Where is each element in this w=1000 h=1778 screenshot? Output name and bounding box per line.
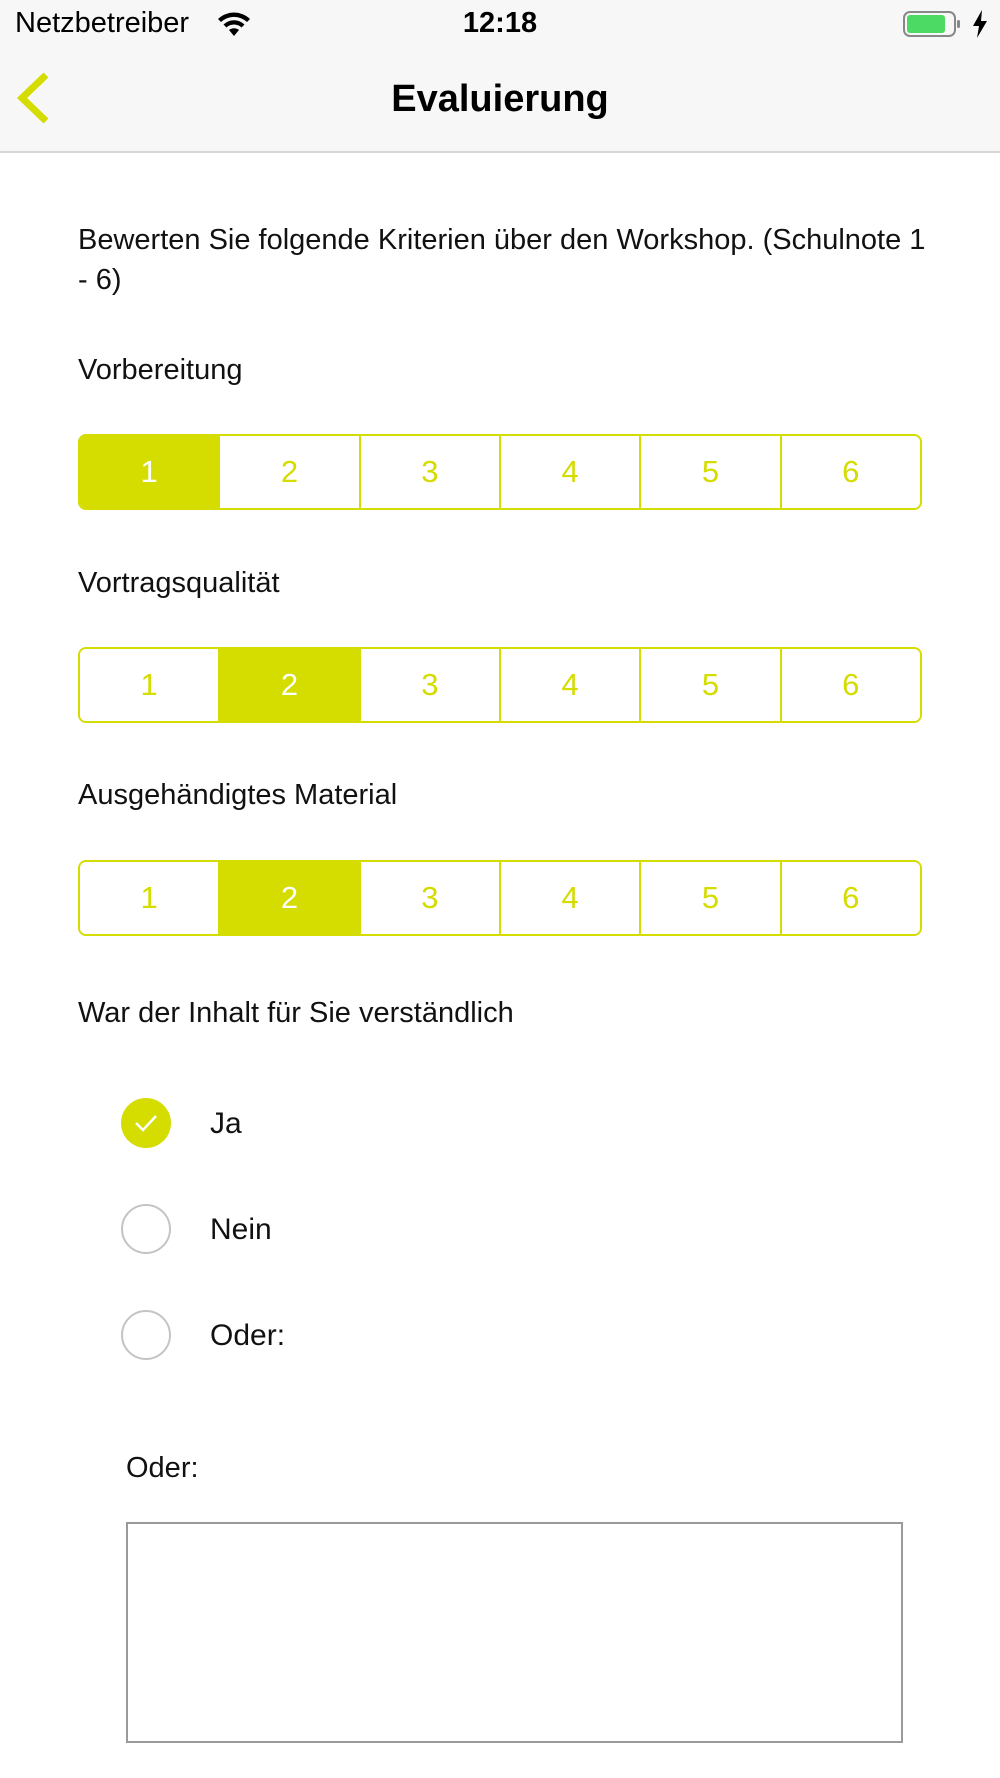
rating-material: 1 2 3 4 5 6 [78,860,922,936]
rating-option[interactable]: 6 [779,436,920,508]
other-label: Oder: [126,1452,199,1484]
question-label: War der Inhalt für Sie verständlich [78,997,514,1029]
rating-option[interactable]: 3 [358,649,499,721]
rating-option[interactable]: 4 [498,649,640,721]
radio-ja[interactable] [121,1098,171,1148]
rating-label-material: Ausgehändigtes Material [78,779,398,811]
intro-text: Bewerten Sie folgende Kriterien über den… [78,224,926,296]
battery-icon [903,11,961,37]
rating-option[interactable]: 1 [80,862,219,934]
other-textarea[interactable] [126,1522,903,1743]
rating-option[interactable]: 5 [639,862,780,934]
rating-option[interactable]: 1 [80,436,219,508]
radio-label-oder[interactable]: Oder: [210,1319,285,1353]
rating-option[interactable]: 2 [218,436,359,508]
radio-nein[interactable] [121,1204,171,1254]
rating-vortragsqualitaet: 1 2 3 4 5 6 [78,647,922,723]
radio-label-nein[interactable]: Nein [210,1213,272,1247]
radio-oder[interactable] [121,1310,171,1360]
page-title: Evaluierung [391,78,609,120]
rating-label-vortragsqualitaet: Vortragsqualität [78,567,280,599]
checkmark-icon [135,1115,157,1132]
rating-option[interactable]: 5 [639,436,780,508]
charging-bolt-icon [970,9,990,39]
status-bar: Netzbetreiber 12:18 [0,0,1000,50]
rating-option[interactable]: 1 [80,649,219,721]
radio-label-ja[interactable]: Ja [210,1107,242,1141]
rating-option[interactable]: 6 [779,649,920,721]
rating-vorbereitung: 1 2 3 4 5 6 [78,434,922,510]
navigation-bar: Netzbetreiber 12:18 Evaluierung [0,0,1000,153]
rating-option[interactable]: 4 [498,862,640,934]
rating-option[interactable]: 2 [218,862,359,934]
rating-option[interactable]: 3 [358,862,499,934]
rating-option[interactable]: 6 [779,862,920,934]
rating-option[interactable]: 5 [639,649,780,721]
rating-label-vorbereitung: Vorbereitung [78,354,243,386]
rating-option[interactable]: 3 [358,436,499,508]
rating-option[interactable]: 2 [218,649,359,721]
rating-option[interactable]: 4 [498,436,640,508]
status-time: 12:18 [462,7,538,39]
